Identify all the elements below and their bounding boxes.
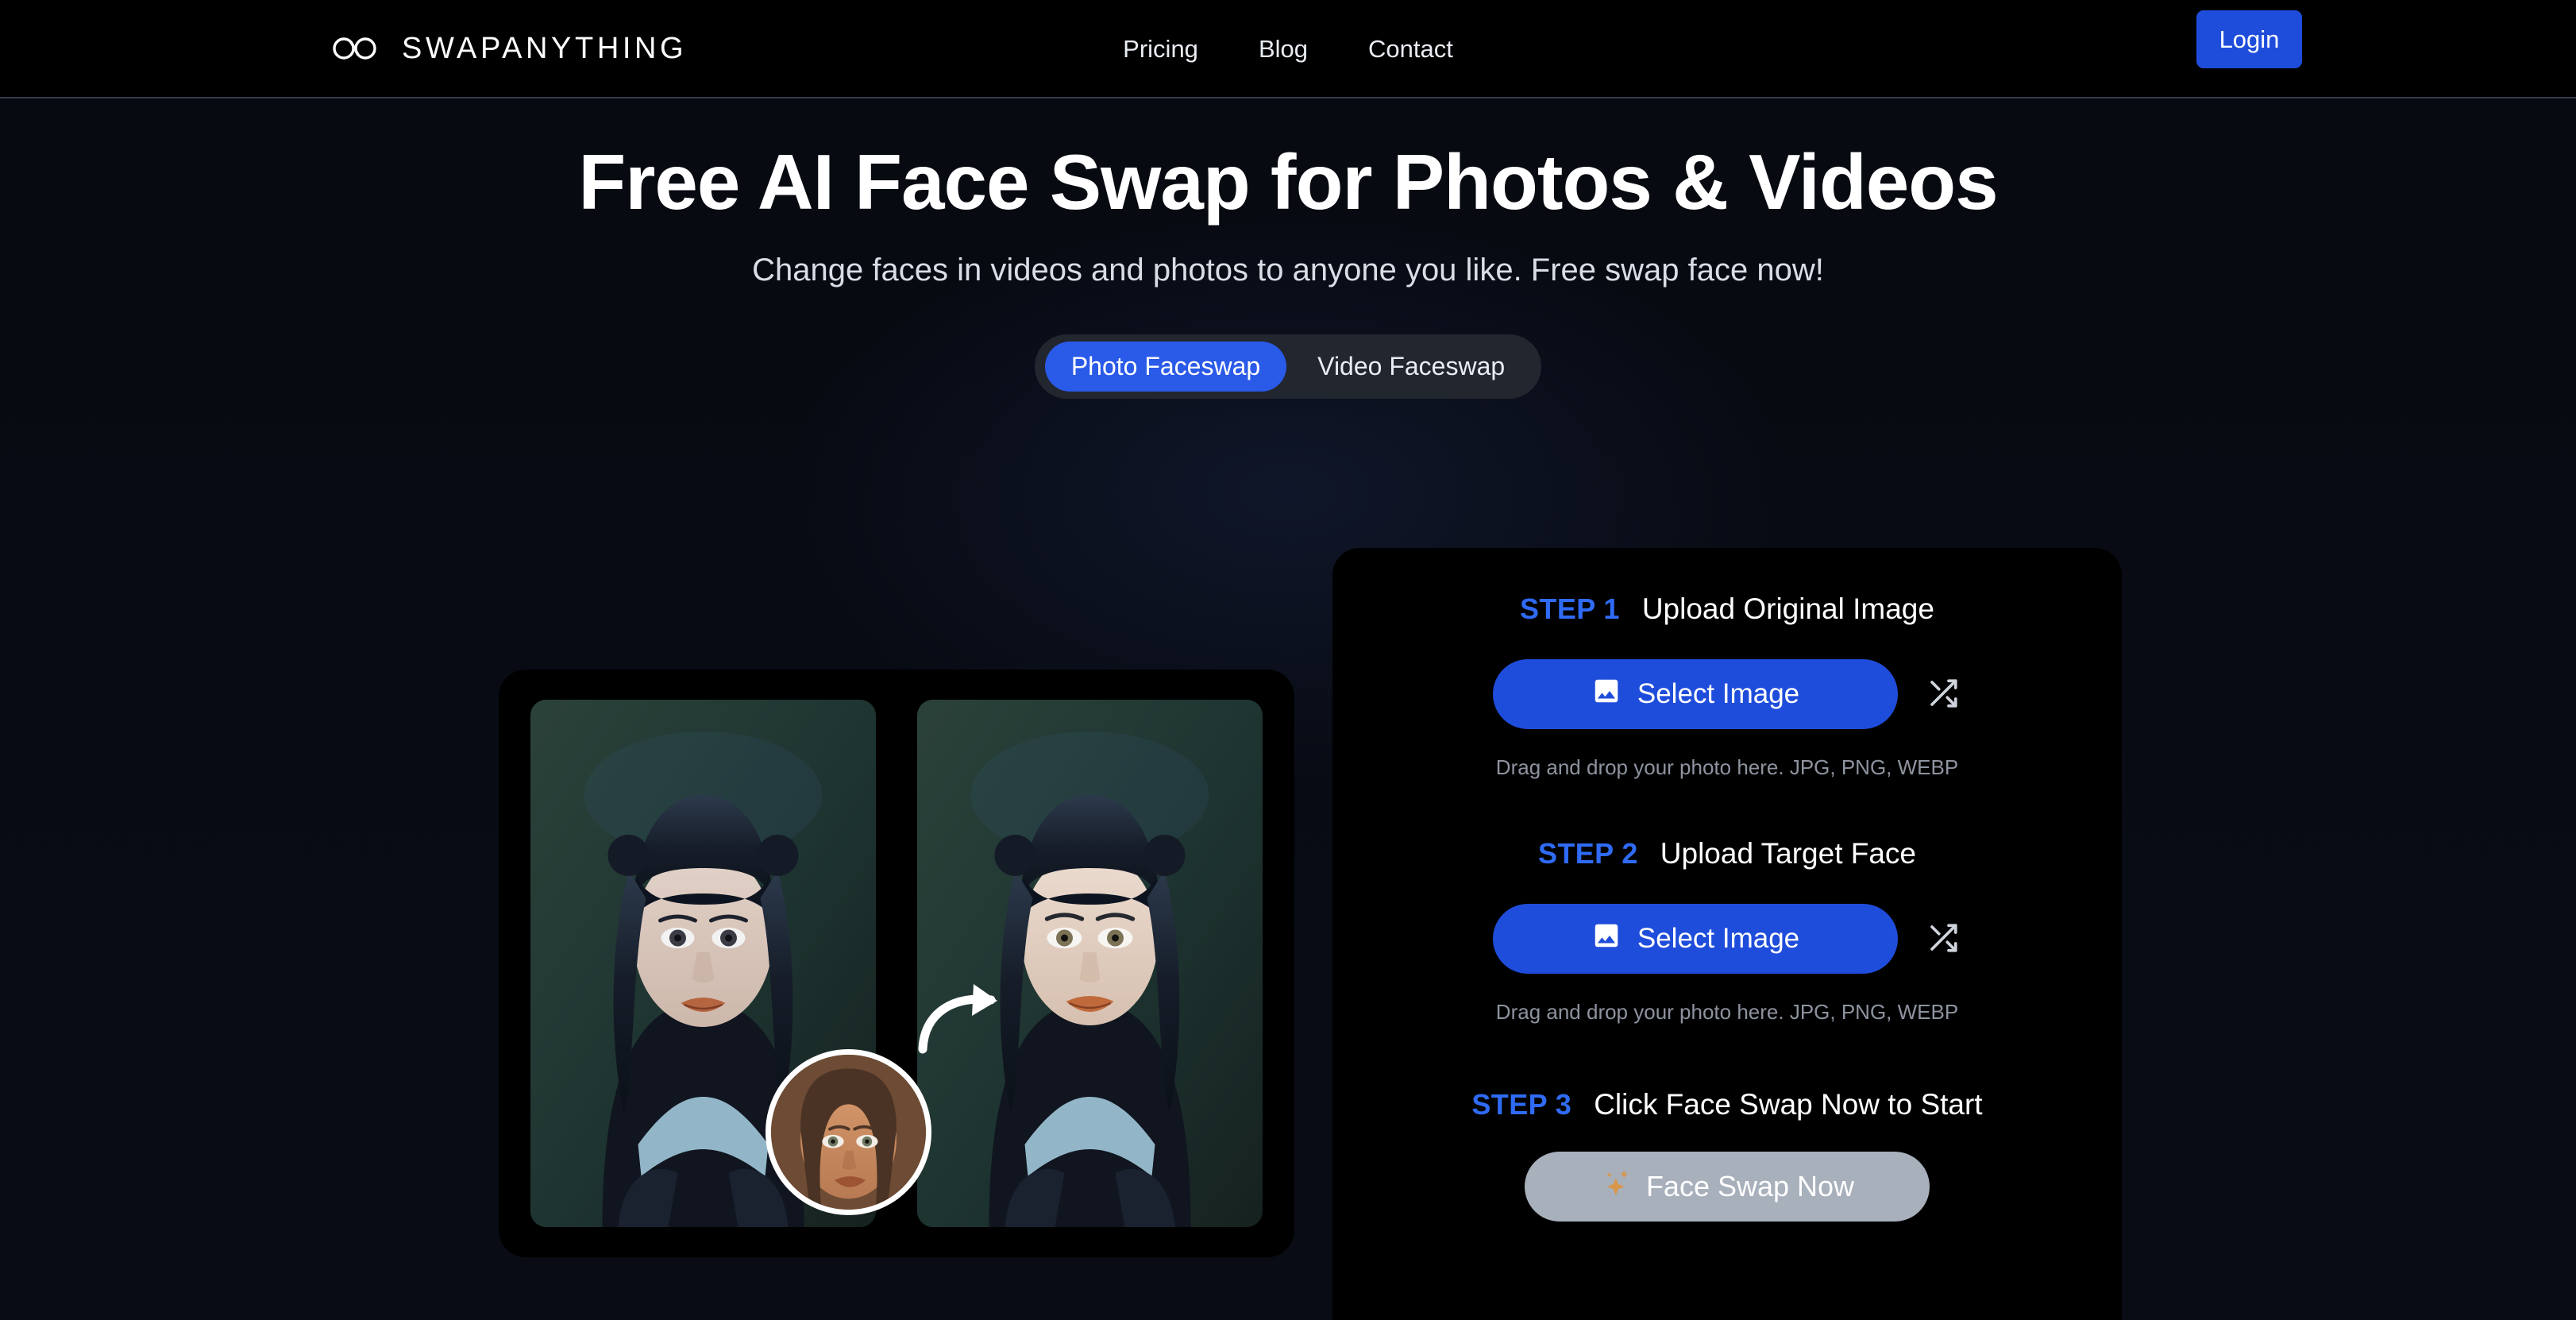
faceswap-steps-panel: STEP 1 Upload Original Image Select Imag… (1332, 548, 2122, 1320)
step-1-label: Upload Original Image (1641, 592, 1934, 625)
target-face-thumbnail (765, 1049, 931, 1215)
shuffle-icon (1926, 677, 1960, 712)
step-1-number: STEP 1 (1520, 592, 1620, 625)
demo-preview (499, 670, 1294, 1257)
login-button[interactable]: Login (2196, 10, 2302, 68)
step-2-header: STEP 2 Upload Target Face (1380, 837, 2074, 870)
faceswap-mode-tabs-wrapper: Photo Faceswap Video Faceswap (0, 334, 2576, 399)
select-target-face-label: Select Image (1637, 923, 1800, 954)
step-2-hint: Drag and drop your photo here. JPG, PNG,… (1495, 1000, 1959, 1024)
step-2-label: Upload Target Face (1660, 837, 1917, 870)
logo-text: SWAPANYTHING (402, 31, 688, 65)
select-original-image-label: Select Image (1637, 678, 1800, 709)
step-1-hint: Drag and drop your photo here. JPG, PNG,… (1495, 755, 1959, 779)
sparkles-icon (1600, 1168, 1632, 1206)
faceswap-mode-tabs: Photo Faceswap Video Faceswap (1034, 334, 1542, 399)
nav-item-contact[interactable]: Contact (1368, 35, 1453, 64)
select-original-image-button[interactable]: Select Image (1493, 659, 1898, 729)
tab-photo-faceswap[interactable]: Photo Faceswap (1044, 341, 1287, 392)
image-icon (1591, 921, 1622, 958)
page-root: SWAPANYTHING Pricing Blog Contact Login … (0, 0, 2576, 1320)
page-title: Free AI Face Swap for Photos & Videos (578, 138, 1998, 226)
image-icon (1591, 676, 1622, 713)
page-subtitle: Change faces in videos and photos to any… (752, 252, 1824, 288)
nav-item-blog[interactable]: Blog (1259, 35, 1308, 64)
step-1-controls: Select Image (1380, 659, 2074, 729)
curved-arrow-icon (918, 984, 997, 1054)
step-3-controls: Face Swap Now (1380, 1152, 2074, 1222)
select-target-face-button[interactable]: Select Image (1493, 904, 1898, 974)
infinity-icon (332, 33, 381, 64)
tab-video-faceswap[interactable]: Video Faceswap (1291, 342, 1531, 392)
step-2-controls: Select Image (1380, 904, 2074, 974)
step-1-header: STEP 1 Upload Original Image (1380, 592, 2074, 626)
step-3-label: Click Face Swap Now to Start (1594, 1088, 1983, 1121)
face-swap-now-button[interactable]: Face Swap Now (1525, 1152, 1930, 1222)
nav-item-pricing[interactable]: Pricing (1123, 35, 1198, 64)
shuffle-target-face-button[interactable] (1925, 921, 1961, 957)
step-3-header: STEP 3 Click Face Swap Now to Start (1380, 1088, 2074, 1121)
face-swap-now-label: Face Swap Now (1645, 1170, 1855, 1202)
site-header: SWAPANYTHING Pricing Blog Contact Login (0, 0, 2576, 98)
logo[interactable]: SWAPANYTHING (332, 24, 687, 73)
step-3-number: STEP 3 (1471, 1088, 1572, 1121)
after-photo (917, 700, 1263, 1227)
shuffle-original-image-button[interactable] (1925, 676, 1961, 712)
step-2-number: STEP 2 (1537, 837, 1638, 870)
shuffle-icon (1926, 921, 1960, 957)
hero-section: Free AI Face Swap for Photos & Videos Ch… (0, 98, 2576, 399)
